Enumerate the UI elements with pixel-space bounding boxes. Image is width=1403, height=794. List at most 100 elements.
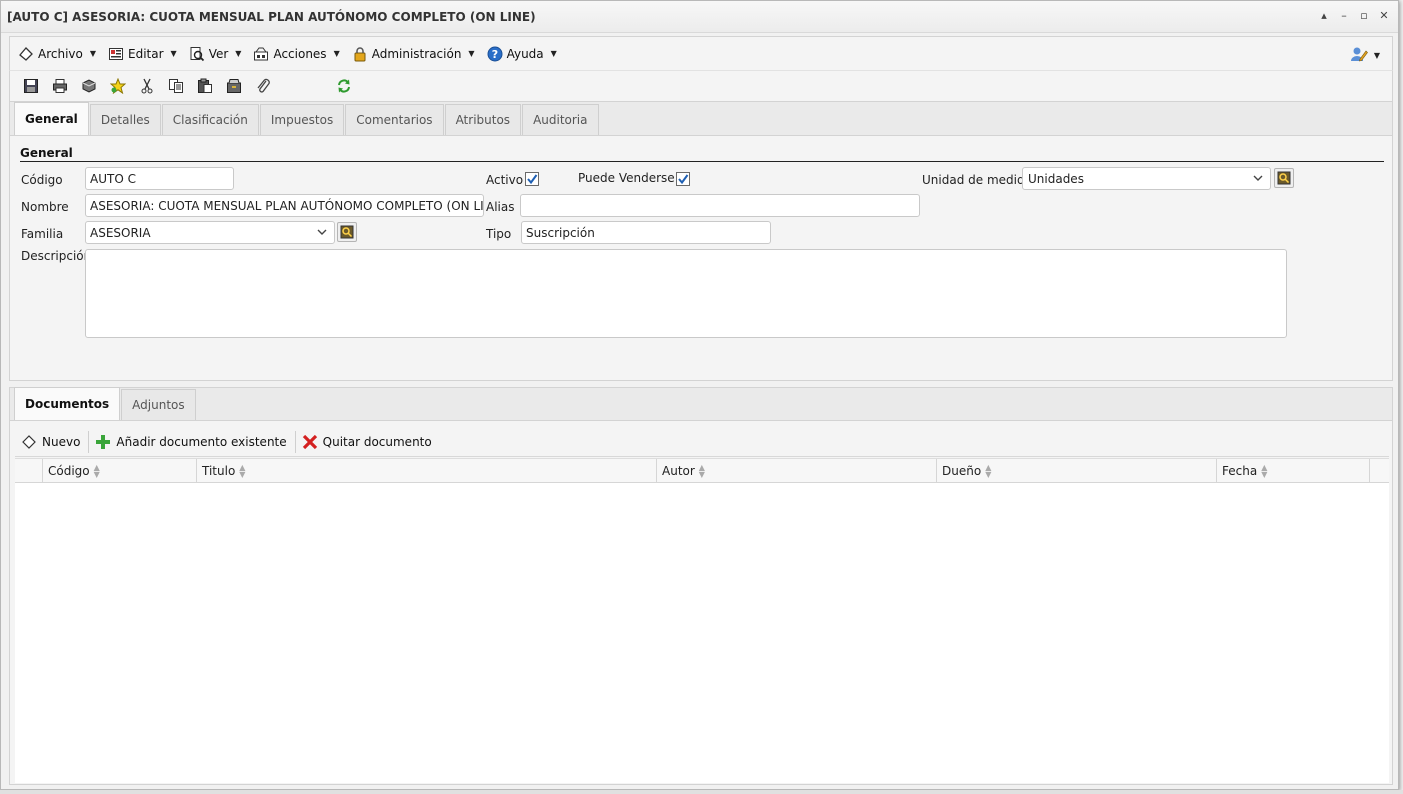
tab-auditoria[interactable]: Auditoria <box>522 104 599 135</box>
copy-icon[interactable] <box>168 78 184 94</box>
menu-archivo[interactable]: Archivo ▼ <box>18 46 96 62</box>
col-codigo-label: Código <box>48 464 90 478</box>
window-titlebar: [AUTO C] ASESORIA: CUOTA MENSUAL PLAN AU… <box>1 1 1398 33</box>
save-icon[interactable] <box>23 78 39 94</box>
sort-icon: ▲ ▼ <box>93 463 100 479</box>
tipo-label: Tipo <box>486 227 512 241</box>
unidad-lookup-button[interactable] <box>1274 168 1294 188</box>
col-dueno-label: Dueño <box>942 464 982 478</box>
documents-grid: Código ▲ ▼ Titulo ▲ ▼ Autor ▲ ▼ Dueño ▲ ▼ Fe… <box>15 458 1389 783</box>
chevron-down-icon <box>316 226 328 241</box>
user-edit-icon <box>1350 46 1368 65</box>
window-controls: ▴ – ▫ ✕ <box>1318 9 1390 22</box>
puede-venderse-checkbox[interactable] <box>676 172 690 186</box>
alias-input[interactable] <box>520 194 920 217</box>
ver-icon <box>189 46 205 62</box>
menu-editar-label: Editar <box>128 46 164 61</box>
maximize-button[interactable]: ▫ <box>1358 9 1370 22</box>
codigo-label: Código <box>21 173 63 187</box>
svg-text:?: ? <box>491 48 497 61</box>
checkmark-icon <box>678 174 689 185</box>
new-document-icon <box>22 434 36 449</box>
menu-ver[interactable]: Ver ▼ <box>189 46 241 62</box>
lookup-icon <box>340 225 354 239</box>
close-button[interactable]: ✕ <box>1378 9 1390 22</box>
menu-acciones-label: Acciones <box>273 46 327 61</box>
sort-icon: ▲ ▼ <box>239 463 246 479</box>
menu-ayuda[interactable]: ? Ayuda ▼ <box>487 46 557 62</box>
main-tabs: General Detalles Clasificación Impuestos… <box>9 102 1393 136</box>
sort-icon: ▲ ▼ <box>698 463 705 479</box>
col-autor[interactable]: Autor ▲ ▼ <box>656 459 936 483</box>
menu-administracion[interactable]: Administración ▼ <box>352 46 475 62</box>
menu-ayuda-label: Ayuda <box>506 46 544 61</box>
print-icon[interactable] <box>52 78 68 94</box>
nombre-input[interactable]: ASESORIA: CUOTA MENSUAL PLAN AUTÓNOMO CO… <box>85 194 484 217</box>
caret-down-icon: ▼ <box>468 49 475 58</box>
user-menu[interactable]: ▼ <box>1350 46 1380 65</box>
tab-comentarios[interactable]: Comentarios <box>345 104 444 135</box>
attach-icon[interactable] <box>255 78 271 94</box>
archive-icon[interactable] <box>226 78 242 94</box>
unidad-label: Unidad de medida <box>922 173 1032 187</box>
tipo-input[interactable]: Suscripción <box>521 221 771 244</box>
refresh-icon[interactable] <box>336 78 352 94</box>
caret-down-icon: ▼ <box>170 49 177 58</box>
col-dueno[interactable]: Dueño ▲ ▼ <box>936 459 1216 483</box>
menu-editar[interactable]: Editar ▼ <box>108 46 177 62</box>
activo-checkbox[interactable] <box>525 172 539 186</box>
caret-down-icon: ▼ <box>89 49 97 58</box>
col-codigo[interactable]: Código ▲ ▼ <box>42 459 196 483</box>
nuevo-label: Nuevo <box>42 434 81 449</box>
codigo-input[interactable]: AUTO C <box>85 167 234 190</box>
general-form: General Código AUTO C Activo Puede Vende… <box>9 136 1393 381</box>
section-title: General <box>20 146 1384 162</box>
puede-venderse-label: Puede Venderse <box>578 171 675 185</box>
icon-toolbar <box>9 70 1393 102</box>
acciones-icon <box>253 46 269 62</box>
familia-label: Familia <box>21 227 64 241</box>
remove-x-icon <box>302 434 317 449</box>
col-fecha-label: Fecha <box>1222 464 1258 478</box>
chevron-down-icon <box>1252 172 1264 187</box>
anadir-label: Añadir documento existente <box>116 434 287 449</box>
col-titulo[interactable]: Titulo ▲ ▼ <box>196 459 656 483</box>
familia-lookup-button[interactable] <box>337 222 357 242</box>
caret-down-icon: ▼ <box>1373 51 1380 60</box>
minimize-button[interactable]: – <box>1338 9 1350 22</box>
sort-icon: ▲ ▼ <box>1261 463 1268 479</box>
tab-detalles[interactable]: Detalles <box>89 104 161 135</box>
descripcion-textarea[interactable] <box>85 249 1287 338</box>
tab-adjuntos[interactable]: Adjuntos <box>121 389 196 420</box>
col-titulo-label: Titulo <box>202 464 236 478</box>
tab-documentos[interactable]: Documentos <box>14 387 121 420</box>
quitar-label: Quitar documento <box>322 434 432 449</box>
nombre-label: Nombre <box>21 200 69 214</box>
menu-archivo-label: Archivo <box>38 46 83 61</box>
menu-bar: Archivo ▼ Editar ▼ Ver ▼ Acciones ▼ Admi… <box>9 36 1393 70</box>
tab-atributos[interactable]: Atributos <box>444 104 522 135</box>
nuevo-button[interactable]: Nuevo <box>21 430 90 453</box>
caret-down-icon: ▼ <box>550 49 557 58</box>
tab-clasificacion[interactable]: Clasificación <box>161 104 259 135</box>
unidad-select[interactable]: Unidades <box>1022 167 1271 190</box>
product-window: [AUTO C] ASESORIA: CUOTA MENSUAL PLAN AU… <box>0 0 1399 790</box>
anadir-documento-button[interactable]: Añadir documento existente <box>95 430 296 453</box>
background-strip <box>0 790 1403 794</box>
checkmark-icon <box>527 174 538 185</box>
menu-ver-label: Ver <box>208 46 229 61</box>
collapse-button[interactable]: ▴ <box>1318 9 1330 22</box>
tab-impuestos[interactable]: Impuestos <box>259 104 345 135</box>
cut-icon[interactable] <box>139 78 155 94</box>
favorite-icon[interactable] <box>110 78 126 94</box>
col-fecha[interactable]: Fecha ▲ ▼ <box>1216 459 1370 483</box>
lookup-icon <box>1277 171 1291 185</box>
menu-acciones[interactable]: Acciones ▼ <box>253 46 340 62</box>
paste-icon[interactable] <box>197 78 213 94</box>
quitar-documento-button[interactable]: Quitar documento <box>302 431 440 453</box>
familia-select[interactable]: ASESORIA <box>85 221 335 244</box>
tab-general[interactable]: General <box>14 102 89 135</box>
col-autor-label: Autor <box>662 464 695 478</box>
delete-icon[interactable] <box>81 78 97 94</box>
documents-tabs: Documentos Adjuntos <box>9 387 1393 421</box>
